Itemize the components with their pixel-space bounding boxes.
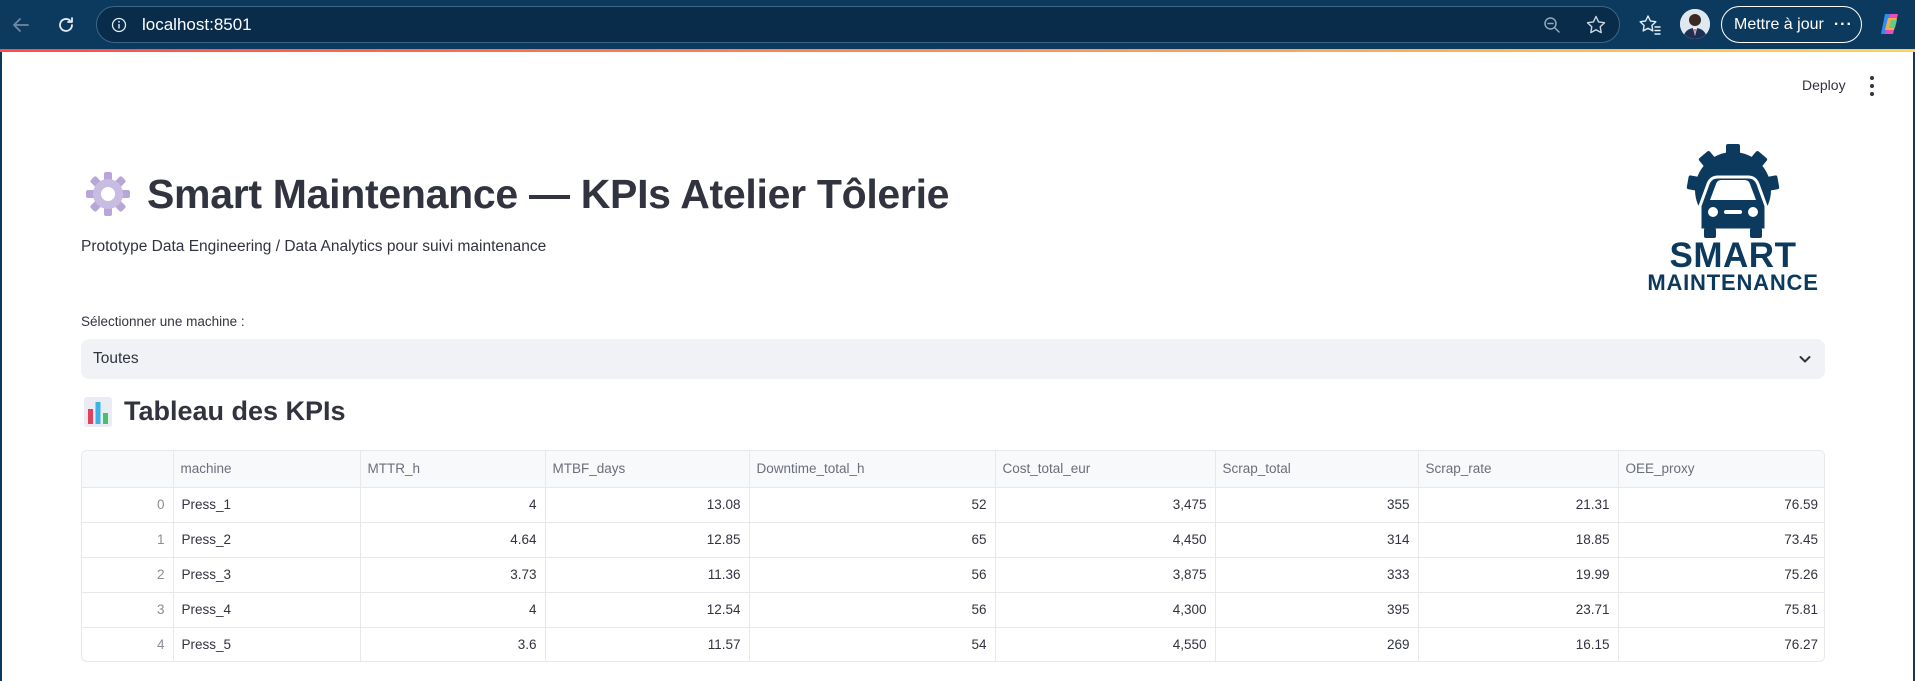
browser-toolbar: localhost:8501 Mettre à jour ··· xyxy=(0,0,1915,49)
table-cell[interactable]: 11.36 xyxy=(545,557,750,593)
address-bar[interactable]: localhost:8501 xyxy=(96,6,1620,43)
table-cell[interactable]: Press_4 xyxy=(173,592,361,628)
section-title: Tableau des KPIs xyxy=(124,396,346,426)
table-row: 1 Press_2 4.64 12.85 65 4,450 314 18.85 … xyxy=(82,522,1824,558)
column-header-scrap-rate[interactable]: Scrap_rate xyxy=(1418,451,1619,488)
table-header-row: machine MTTR_h MTBF_days Downtime_total_… xyxy=(82,451,1824,488)
table-row: 2 Press_3 3.73 11.36 56 3,875 333 19.99 … xyxy=(82,557,1824,593)
table-cell[interactable]: 52 xyxy=(749,487,996,523)
url-text: localhost:8501 xyxy=(142,14,252,34)
column-header-mttr[interactable]: MTTR_h xyxy=(360,451,546,488)
table-cell[interactable]: 4 xyxy=(82,627,174,661)
table-cell[interactable]: 269 xyxy=(1215,627,1419,661)
table-cell[interactable]: 19.99 xyxy=(1418,557,1619,593)
table-row: 0 Press_1 4 13.08 52 3,475 355 21.31 76.… xyxy=(82,487,1824,523)
table-cell[interactable]: 4 xyxy=(360,487,546,523)
column-header-scrap-total[interactable]: Scrap_total xyxy=(1215,451,1419,488)
table-cell[interactable]: 333 xyxy=(1215,557,1419,593)
main-menu-icon[interactable] xyxy=(1867,76,1877,96)
update-label: Mettre à jour xyxy=(1734,15,1824,33)
favorite-star-icon[interactable] xyxy=(1585,14,1607,36)
table-cell[interactable]: 18.85 xyxy=(1418,522,1619,558)
column-header-mtbf[interactable]: MTBF_days xyxy=(545,451,750,488)
table-cell[interactable]: 4,450 xyxy=(995,522,1216,558)
kpi-section-header: Tableau des KPIs xyxy=(84,396,346,427)
kpi-table[interactable]: machine MTTR_h MTBF_days Downtime_total_… xyxy=(81,450,1825,662)
zoom-icon[interactable] xyxy=(1541,14,1563,36)
table-cell[interactable]: 2 xyxy=(82,557,174,593)
table-cell[interactable]: 12.85 xyxy=(545,522,750,558)
table-cell[interactable]: 16.15 xyxy=(1418,627,1619,661)
table-cell[interactable]: 355 xyxy=(1215,487,1419,523)
table-cell[interactable]: 54 xyxy=(749,627,996,661)
page-subtitle: Prototype Data Engineering / Data Analyt… xyxy=(81,238,547,255)
back-arrow-icon xyxy=(13,18,29,32)
site-info-icon[interactable] xyxy=(110,16,128,34)
column-header-oee[interactable]: OEE_proxy xyxy=(1618,451,1824,488)
back-button[interactable] xyxy=(6,10,36,40)
bar-chart-icon xyxy=(84,396,112,427)
profile-avatar[interactable] xyxy=(1680,9,1710,39)
favorites-icon[interactable] xyxy=(1637,12,1663,38)
more-options-icon: ··· xyxy=(1833,15,1853,33)
column-header-machine[interactable]: machine xyxy=(173,451,361,488)
logo-word-smart: SMART xyxy=(1669,236,1797,275)
table-cell[interactable]: 3.6 xyxy=(360,627,546,661)
chevron-down-icon xyxy=(1799,356,1811,363)
table-cell[interactable]: 4 xyxy=(360,592,546,628)
column-header-cost[interactable]: Cost_total_eur xyxy=(995,451,1216,488)
table-cell[interactable]: 56 xyxy=(749,557,996,593)
table-cell[interactable]: 4,300 xyxy=(995,592,1216,628)
table-cell[interactable]: 3 xyxy=(82,592,174,628)
table-cell[interactable]: Press_1 xyxy=(173,487,361,523)
table-row: 3 Press_4 4 12.54 56 4,300 395 23.71 75.… xyxy=(82,592,1824,628)
table-cell[interactable]: 23.71 xyxy=(1418,592,1619,628)
table-cell[interactable]: 1 xyxy=(82,522,174,558)
machine-select-value: Toutes xyxy=(93,350,139,367)
smart-maintenance-logo: SMART MAINTENANCE xyxy=(1638,144,1828,294)
deploy-button[interactable]: Deploy xyxy=(1802,77,1846,93)
table-cell[interactable]: 3.73 xyxy=(360,557,546,593)
table-cell[interactable]: 56 xyxy=(749,592,996,628)
table-cell[interactable]: 395 xyxy=(1215,592,1419,628)
table-cell[interactable]: 76.27 xyxy=(1618,627,1824,661)
machine-select-label: Sélectionner une machine : xyxy=(81,314,245,329)
logo-word-maintenance: MAINTENANCE xyxy=(1647,270,1819,295)
reload-button[interactable] xyxy=(51,10,81,40)
machine-select[interactable]: Toutes xyxy=(81,339,1825,379)
table-cell[interactable]: 0 xyxy=(82,487,174,523)
update-browser-button[interactable]: Mettre à jour ··· xyxy=(1721,6,1862,43)
table-cell[interactable]: Press_5 xyxy=(173,627,361,661)
table-cell[interactable]: 65 xyxy=(749,522,996,558)
table-cell[interactable]: 3,875 xyxy=(995,557,1216,593)
gear-icon xyxy=(86,172,130,216)
page-title: Smart Maintenance — KPIs Atelier Tôlerie xyxy=(147,170,950,217)
table-cell[interactable]: 4,550 xyxy=(995,627,1216,661)
table-cell[interactable]: 3,475 xyxy=(995,487,1216,523)
table-cell[interactable]: 75.26 xyxy=(1618,557,1824,593)
reload-icon xyxy=(59,17,73,32)
table-cell[interactable]: Press_3 xyxy=(173,557,361,593)
page-header: Smart Maintenance — KPIs Atelier Tôlerie xyxy=(84,170,949,218)
table-cell[interactable]: 21.31 xyxy=(1418,487,1619,523)
table-cell[interactable]: 73.45 xyxy=(1618,522,1824,558)
column-header-index[interactable] xyxy=(82,451,174,488)
table-cell[interactable]: 75.81 xyxy=(1618,592,1824,628)
car-gear-logo-icon xyxy=(1686,144,1780,238)
table-cell[interactable]: 11.57 xyxy=(545,627,750,661)
table-cell[interactable]: 12.54 xyxy=(545,592,750,628)
column-header-downtime[interactable]: Downtime_total_h xyxy=(749,451,996,488)
copilot-icon[interactable] xyxy=(1876,10,1904,38)
table-cell[interactable]: 76.59 xyxy=(1618,487,1824,523)
table-cell[interactable]: 4.64 xyxy=(360,522,546,558)
table-row: 4 Press_5 3.6 11.57 54 4,550 269 16.15 7… xyxy=(82,627,1824,661)
table-cell[interactable]: Press_2 xyxy=(173,522,361,558)
table-cell[interactable]: 314 xyxy=(1215,522,1419,558)
table-cell[interactable]: 13.08 xyxy=(545,487,750,523)
app-page: Deploy Smart Maintenance — KPIs Atelier … xyxy=(2,52,1913,681)
